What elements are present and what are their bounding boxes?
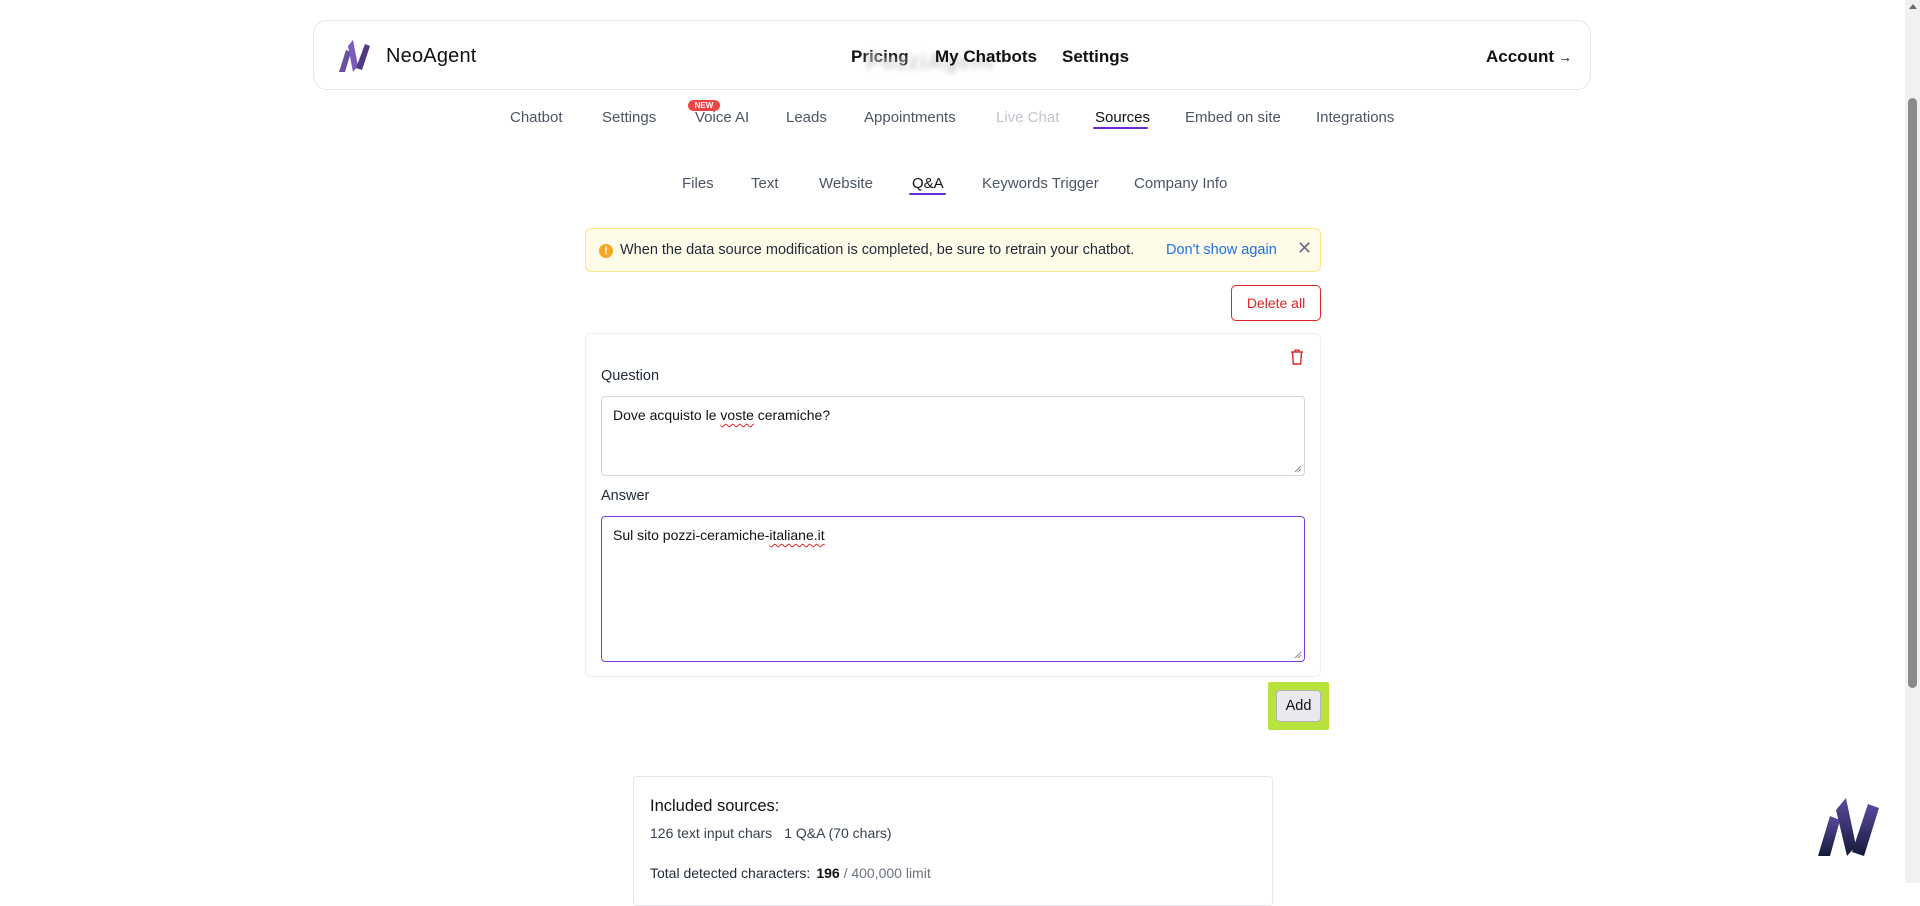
included-sources-title: Included sources: (650, 797, 780, 815)
qa-count: 1 Q&A (70 chars) (784, 825, 892, 841)
total-label: Total detected characters: (650, 865, 811, 881)
sources-breakdown: 126 text input chars 1 Q&A (70 chars) (650, 825, 892, 841)
subtab-website[interactable]: Website (819, 175, 873, 192)
subtab-qa[interactable]: Q&A (912, 175, 944, 192)
tab-sources[interactable]: Sources (1095, 109, 1150, 126)
add-button-highlight: Add (1268, 682, 1329, 730)
resize-handle-icon[interactable] (1294, 651, 1302, 659)
trash-icon[interactable] (1289, 348, 1305, 366)
answer-label: Answer (601, 488, 650, 504)
close-icon[interactable]: ✕ (1297, 238, 1312, 259)
alert-message: When the data source modification is com… (620, 242, 1135, 258)
tab-voice-ai[interactable]: Voice AI (695, 109, 749, 126)
active-tab-underline (1093, 127, 1148, 129)
delete-all-button[interactable]: Delete all (1231, 285, 1321, 321)
tab-settings[interactable]: Settings (602, 109, 656, 126)
arrow-right-icon: → (1558, 49, 1572, 65)
tab-appointments[interactable]: Appointments (864, 109, 956, 126)
subtab-files[interactable]: Files (682, 175, 714, 192)
warning-icon: ! (599, 244, 613, 258)
tab-live-chat: Live Chat (996, 109, 1060, 126)
included-sources-panel: Included sources: 126 text input chars 1 … (633, 776, 1273, 906)
tab-embed[interactable]: Embed on site (1185, 109, 1281, 126)
dont-show-again-link[interactable]: Don't show again (1166, 242, 1277, 258)
active-subtab-underline (909, 193, 946, 195)
resize-handle-icon[interactable] (1294, 465, 1302, 473)
top-header: NeoAgent Pricing PozziAgent My Chatbots … (313, 20, 1591, 90)
question-text: Dove acquisto le (613, 407, 721, 423)
question-label: Question (601, 368, 660, 384)
question-misspelled-word: voste (720, 407, 754, 423)
answer-textarea[interactable]: Sul sito pozzi-ceramiche-italiane.it (601, 516, 1305, 662)
nav-my-chatbots[interactable]: My Chatbots (935, 47, 1037, 67)
subtab-company-info[interactable]: Company Info (1134, 175, 1227, 192)
subtab-keywords-trigger[interactable]: Keywords Trigger (982, 175, 1099, 192)
retrain-alert: ! When the data source modification is c… (585, 228, 1321, 272)
total-value: 196 (816, 865, 840, 881)
nav-settings[interactable]: Settings (1062, 47, 1129, 67)
scroll-up-arrow-icon[interactable] (1909, 4, 1917, 9)
question-text-end: ceramiche? (753, 407, 831, 423)
tab-chatbot[interactable]: Chatbot (510, 109, 563, 126)
tab-leads[interactable]: Leads (786, 109, 827, 126)
neoagent-logo-icon[interactable] (336, 38, 372, 74)
subtab-text[interactable]: Text (751, 175, 779, 192)
tab-integrations[interactable]: Integrations (1316, 109, 1394, 126)
chat-widget-icon[interactable] (1816, 794, 1882, 860)
answer-misspelled-word: italiane.it (769, 527, 825, 543)
add-button[interactable]: Add (1276, 690, 1321, 722)
text-input-chars: 126 text input chars (650, 825, 773, 841)
brand-name[interactable]: NeoAgent (386, 45, 477, 68)
scrollbar-thumb[interactable] (1908, 98, 1917, 688)
char-limit: / 400,000 limit (843, 865, 931, 881)
question-textarea[interactable]: Dove acquisto le voste ceramiche? (601, 396, 1305, 476)
total-characters: Total detected characters: 196 / 400,000 … (650, 865, 931, 881)
account-menu[interactable]: Account → (1486, 47, 1572, 67)
account-label: Account (1486, 47, 1554, 66)
new-badge: NEW (688, 100, 720, 111)
answer-text: Sul sito pozzi-ceramiche- (613, 527, 770, 543)
